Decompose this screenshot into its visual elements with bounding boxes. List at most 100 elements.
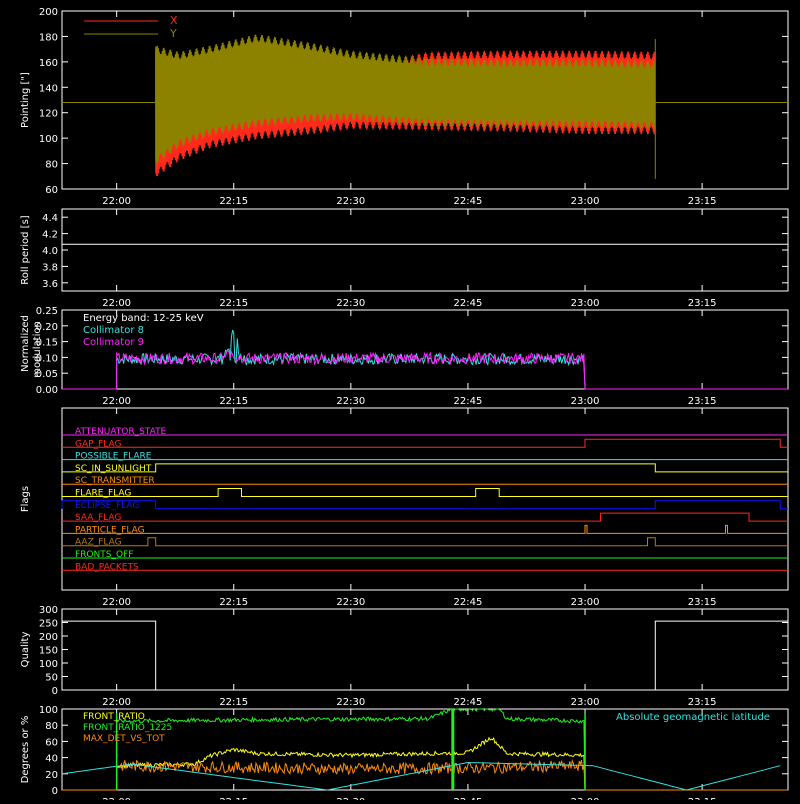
pointing-xtick-label: 22:00 <box>102 196 131 207</box>
flags-xtick-label: 22:00 <box>102 597 131 608</box>
ratios-ytick-label: 60 <box>45 737 58 748</box>
quality-ytick-label: 0 <box>52 686 58 697</box>
pointing-ytick-label: 100 <box>39 134 58 145</box>
quality-ytick-label: 150 <box>39 646 58 657</box>
pointing-xtick-label: 23:00 <box>571 196 600 207</box>
roll-xtick-label: 22:45 <box>454 298 483 309</box>
ratios-ytick-label: 0 <box>52 786 58 797</box>
flag-line-saa-flag <box>62 512 788 522</box>
quality-xtick-label: 23:00 <box>571 697 600 708</box>
flag-line-flare-flag <box>62 488 788 497</box>
ratios-legend-front-ratio: FRONT_RATIO <box>83 712 145 722</box>
flag-label-aaz-flag: AAZ_FLAG <box>75 538 122 548</box>
ratios-ylabel: Degrees or % <box>20 716 31 784</box>
quality-xtick-label: 23:15 <box>688 697 717 708</box>
quality-xtick-label: 22:45 <box>454 697 483 708</box>
flags-xtick-label: 23:15 <box>688 597 717 608</box>
modulation-ytick-label: 0.25 <box>36 306 58 317</box>
flags-xtick-label: 22:45 <box>454 597 483 608</box>
flag-label-fronts-off: FRONTS_OFF <box>75 550 133 560</box>
ratios-series-absolute-geomagnetic-latitude <box>61 761 781 791</box>
chart-svg: 608010012014016018020022:00 22:15 22:30 22:… <box>20 7 789 804</box>
roll-xtick-label: 22:15 <box>219 298 248 309</box>
flags-xtick-label: 22:15 <box>219 597 248 608</box>
modulation-ylabel-line1: Normalized <box>20 315 31 372</box>
flag-line-particle-flag <box>62 524 788 534</box>
roll-frame <box>61 208 789 292</box>
modulation-xtick-label: 22:00 <box>102 396 131 407</box>
flag-line-sc-in-sunlight <box>62 463 788 473</box>
ratios-ytick-label: 40 <box>45 754 58 765</box>
modulation-legend-collimator-9: Collimator 9 <box>83 337 144 348</box>
flag-line-eclipse-flag <box>61 500 788 510</box>
roll-xtick-label: 22:00 <box>102 298 131 309</box>
pointing-ytick-label: 160 <box>39 58 58 69</box>
modulation-xtick-label: 22:15 <box>219 396 248 407</box>
ratios-ytick-label: 80 <box>45 721 58 732</box>
roll-xtick-label: 23:15 <box>688 298 717 309</box>
pointing-xtick-label: 22:30 <box>336 196 365 207</box>
legend-label-x: X <box>170 14 178 27</box>
modulation-xtick-label: 22:30 <box>336 396 365 407</box>
flag-label-saa-flag: SAA_FLAG <box>75 513 121 523</box>
ratios-series-front-ratio <box>62 736 788 791</box>
ratios-legend-max-det-vs-tot: MAX_DET_VS_TOT <box>83 734 165 744</box>
flag-label-bad-packets: BAD_PACKETS <box>75 562 139 572</box>
pointing-ytick-label: 200 <box>39 7 58 18</box>
pointing-ytick-label: 140 <box>39 83 58 94</box>
pointing-xtick-label: 22:45 <box>454 196 483 207</box>
flags-xtick-label: 23:00 <box>571 597 600 608</box>
pointing-ytick-label: 80 <box>45 160 58 171</box>
flag-line-gap-flag <box>62 438 788 448</box>
quality-series-line <box>62 620 788 691</box>
modulation-legend-collimator-8: Collimator 8 <box>83 325 144 336</box>
ratios-ytick-label: 20 <box>45 770 58 781</box>
quality-ytick-label: 100 <box>39 659 58 670</box>
roll-ytick-label: 4.2 <box>42 230 58 241</box>
pointing-ytick-label: 120 <box>39 109 58 120</box>
modulation-series-collimator-9 <box>62 349 788 390</box>
flag-label-particle-flag: PARTICLE_FLAG <box>75 525 145 535</box>
roll-xtick-label: 23:00 <box>571 298 600 309</box>
roll-ytick-label: 4.4 <box>42 213 58 224</box>
roll-ytick-label: 3.6 <box>42 279 58 290</box>
roll-ytick-label: 3.8 <box>42 262 58 273</box>
ratios-spike-bar <box>451 709 455 790</box>
legend-label-y: Y <box>169 27 177 40</box>
flag-label-sc-transmitter: SC_TRANSMITTER <box>75 476 155 486</box>
quality-ytick-label: 50 <box>45 673 58 684</box>
quality-ytick-label: 250 <box>39 619 58 630</box>
modulation-xtick-label: 23:00 <box>571 396 600 407</box>
flag-label-eclipse-flag: ECLIPSE_FLAG <box>75 501 139 511</box>
flags-xtick-label: 22:30 <box>336 597 365 608</box>
ratios-legend-geomagnetic-latitude: Absolute geomagnetic latitude <box>616 712 770 723</box>
modulation-ylabel-line2: modulation <box>32 321 43 378</box>
pointing-ytick-label: 60 <box>45 185 58 196</box>
roll-xtick-label: 22:30 <box>336 298 365 309</box>
roll-ylabel: Roll period [s] <box>20 215 31 284</box>
pointing-series-y <box>155 34 656 164</box>
quality-xtick-label: 22:30 <box>336 697 365 708</box>
modulation-xtick-label: 23:15 <box>688 396 717 407</box>
flags-ylabel: Flags <box>20 486 31 512</box>
pointing-ytick-label: 180 <box>39 32 58 43</box>
flag-label-gap-flag: GAP_FLAG <box>75 439 121 449</box>
modulation-xtick-label: 22:45 <box>454 396 483 407</box>
pointing-xtick-label: 22:15 <box>219 196 248 207</box>
flag-label-attenuator-state: ATTENUATOR_STATE <box>75 427 167 437</box>
modulation-annotation: Energy band: 12-25 keV <box>83 313 204 324</box>
quality-xtick-label: 22:15 <box>219 697 248 708</box>
pointing-ylabel: Pointing ["] <box>20 72 31 128</box>
chart-figure: 60 80 100 120 140 160 180 200 22:00 22:15 22:30 22:… <box>0 0 800 804</box>
flag-label-flare-flag: FLARE_FLAG <box>75 489 131 499</box>
roll-ytick-label: 4.0 <box>42 246 58 257</box>
pointing-xtick-label: 23:15 <box>688 196 717 207</box>
ratios-ytick-label: 100 <box>39 705 58 716</box>
flag-label-sc-in-sunlight: SC_IN_SUNLIGHT <box>75 464 152 474</box>
quality-ytick-label: 300 <box>39 605 58 616</box>
modulation-ytick-label: 0.00 <box>36 385 58 396</box>
quality-xtick-label: 22:00 <box>102 697 131 708</box>
flag-label-possible-flare: POSSIBLE_FLARE <box>75 452 152 462</box>
quality-ytick-label: 200 <box>39 632 58 643</box>
ratios-legend-front-ratio-1225: FRONT_RATIO_1225 <box>83 723 172 733</box>
